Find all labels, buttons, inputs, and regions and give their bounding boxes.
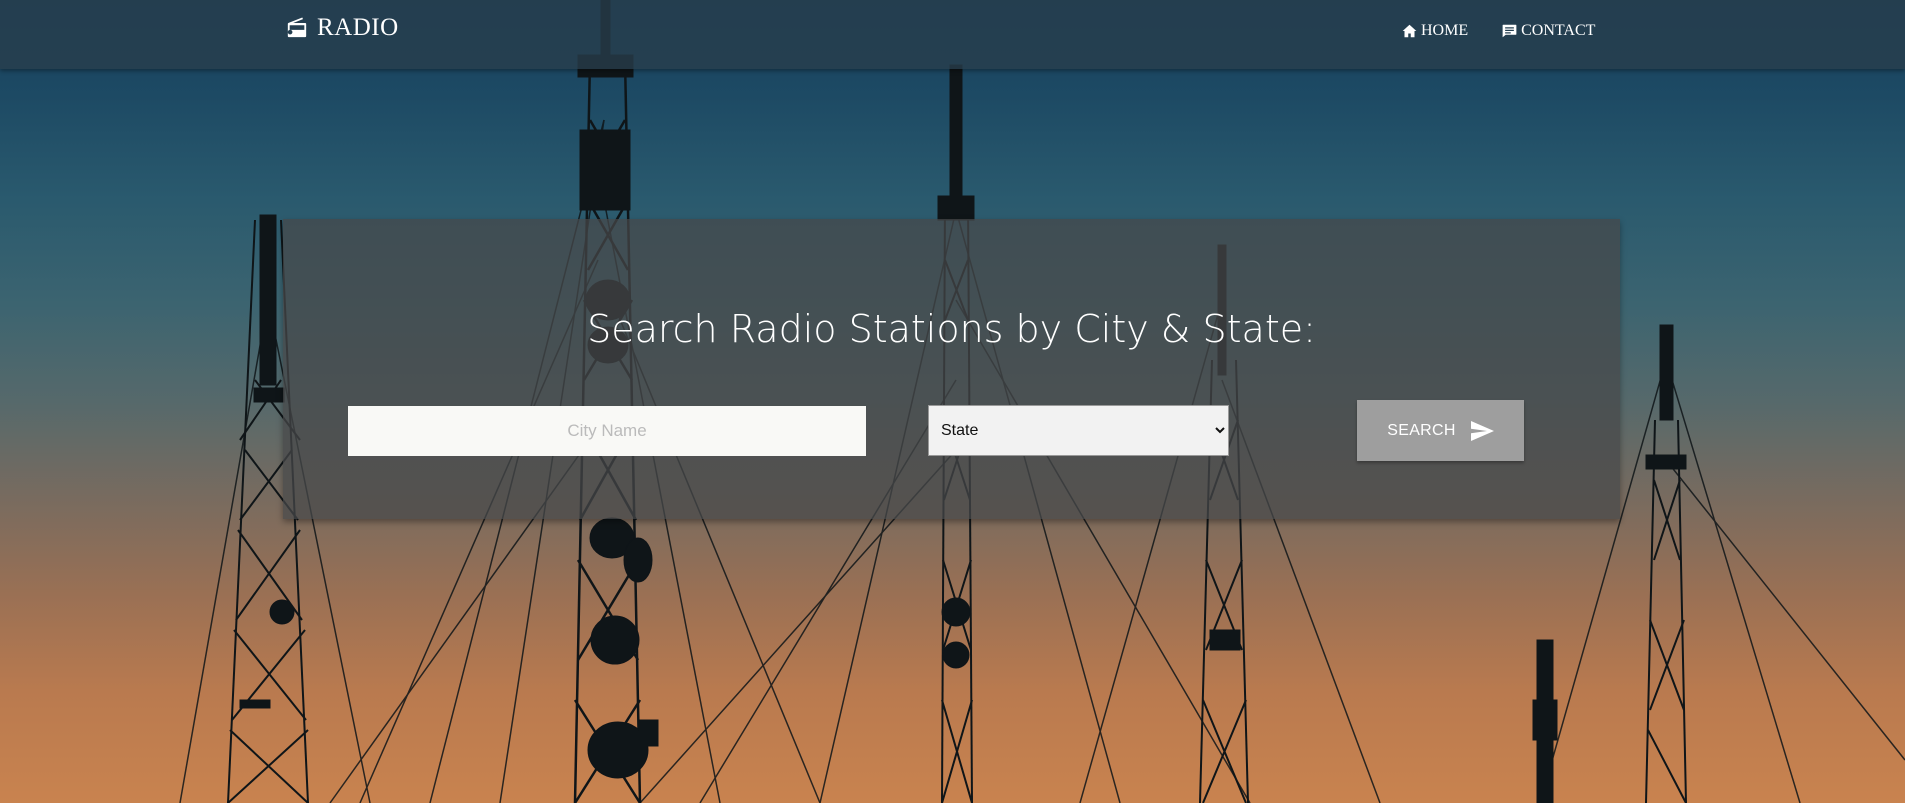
nav-link-contact[interactable]: CONTACT — [1502, 22, 1595, 40]
page: RADIO HOME CONTACT Search Radio Stations… — [0, 0, 1905, 803]
search-panel: Search Radio Stations by City & State: S… — [283, 219, 1620, 519]
search-button[interactable]: SEARCH — [1357, 400, 1524, 461]
search-title: Search Radio Stations by City & State: — [587, 307, 1316, 351]
nav-link-home[interactable]: HOME — [1402, 22, 1468, 40]
state-select[interactable]: State — [928, 405, 1229, 456]
navbar: RADIO HOME CONTACT — [0, 0, 1905, 69]
radio-icon — [287, 17, 307, 38]
message-icon — [1502, 24, 1517, 38]
nav-link-contact-label: CONTACT — [1521, 22, 1596, 39]
send-icon — [1470, 420, 1494, 441]
brand-text: RADIO — [317, 14, 399, 41]
nav-link-home-label: HOME — [1421, 22, 1469, 39]
brand-link[interactable]: RADIO — [286, 14, 399, 42]
nav-links: HOME CONTACT — [1402, 22, 1629, 40]
city-name-input[interactable] — [348, 406, 866, 456]
home-icon — [1402, 24, 1417, 38]
search-button-label: SEARCH — [1387, 421, 1456, 439]
